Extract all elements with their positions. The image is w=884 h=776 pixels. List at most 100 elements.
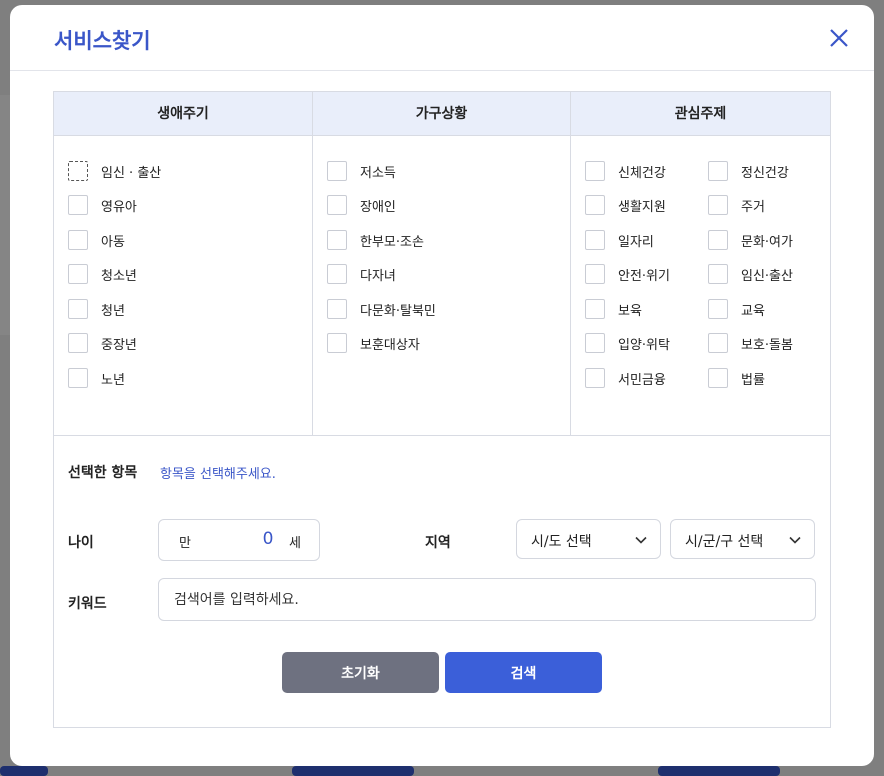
keyword-input[interactable]	[158, 578, 816, 621]
checkbox-label: 보훈대상자	[360, 337, 420, 353]
checkbox-item[interactable]: 문화·여가	[708, 229, 793, 251]
interest-column: 신체건강 생활지원 일자리 안전·위기 보육 입양·위탁 서민금융 정신건강 주…	[571, 136, 830, 435]
checkbox-label: 중장년	[101, 337, 137, 353]
checkbox[interactable]	[708, 368, 728, 388]
checkbox[interactable]	[327, 299, 347, 319]
category-body: 임신 · 출산 영유아 아동 청소년 청년 중장년 노년 저소득 장애인 한부모…	[54, 136, 830, 436]
checkbox-label: 안전·위기	[618, 268, 670, 284]
close-icon[interactable]	[828, 27, 850, 49]
background-detail-button	[292, 766, 414, 776]
age-suffix: 세	[289, 536, 301, 551]
checkbox-label: 보육	[618, 303, 642, 319]
checkbox[interactable]	[68, 264, 88, 284]
checkbox[interactable]	[68, 161, 88, 181]
checkbox-item[interactable]: 입양·위탁	[585, 332, 670, 354]
household-header: 가구상황	[313, 92, 571, 135]
checkbox[interactable]	[708, 161, 728, 181]
age-label: 나이	[68, 535, 94, 551]
checkbox[interactable]	[708, 230, 728, 250]
province-select[interactable]: 시/도 선택	[516, 519, 661, 559]
checkbox-item[interactable]: 중장년	[68, 332, 137, 354]
service-search-modal: 서비스찾기 생애주기 가구상황 관심주제 임신 · 출산 영유아 아동 청소년 …	[10, 5, 874, 766]
checkbox-label: 입양·위탁	[618, 337, 670, 353]
checkbox-item[interactable]: 청년	[68, 298, 125, 320]
checkbox[interactable]	[327, 161, 347, 181]
checkbox-label: 보호·돌봄	[741, 337, 793, 353]
checkbox[interactable]	[708, 195, 728, 215]
checkbox-label: 영유아	[101, 199, 137, 215]
checkbox[interactable]	[327, 333, 347, 353]
checkbox-label: 정신건강	[741, 165, 789, 181]
checkbox-label: 아동	[101, 234, 125, 250]
selected-items-label: 선택한 항목	[68, 465, 138, 481]
checkbox-item[interactable]: 임신 · 출산	[68, 160, 161, 182]
checkbox-item[interactable]: 청소년	[68, 263, 137, 285]
checkbox[interactable]	[68, 299, 88, 319]
checkbox-item[interactable]: 법률	[708, 367, 765, 389]
checkbox-item[interactable]: 다자녀	[327, 263, 396, 285]
checkbox[interactable]	[585, 264, 605, 284]
checkbox-item[interactable]: 노년	[68, 367, 125, 389]
district-select-value: 시/군/구 선택	[685, 534, 764, 550]
checkbox-label: 청소년	[101, 268, 137, 284]
filter-panel: 생애주기 가구상황 관심주제 임신 · 출산 영유아 아동 청소년 청년 중장년…	[53, 91, 831, 728]
checkbox-item[interactable]: 안전·위기	[585, 263, 670, 285]
checkbox[interactable]	[327, 195, 347, 215]
province-select-value: 시/도 선택	[531, 534, 592, 550]
checkbox-item[interactable]: 한부모·조손	[327, 229, 424, 251]
checkbox[interactable]	[585, 333, 605, 353]
checkbox-item[interactable]: 보육	[585, 298, 642, 320]
checkbox[interactable]	[327, 264, 347, 284]
age-prefix: 만	[179, 536, 191, 551]
checkbox-label: 저소득	[360, 165, 396, 181]
checkbox-item[interactable]: 영유아	[68, 194, 137, 216]
checkbox-label: 교육	[741, 303, 765, 319]
keyword-label: 키워드	[68, 596, 107, 612]
checkbox[interactable]	[708, 333, 728, 353]
checkbox-item[interactable]: 주거	[708, 194, 765, 216]
checkbox-item[interactable]: 다문화·탈북민	[327, 298, 436, 320]
checkbox-label: 다자녀	[360, 268, 396, 284]
checkbox[interactable]	[585, 230, 605, 250]
age-input[interactable]: 만 0 세	[158, 519, 320, 561]
checkbox-item[interactable]: 일자리	[585, 229, 654, 251]
checkbox-label: 장애인	[360, 199, 396, 215]
checkbox-label: 생활지원	[618, 199, 666, 215]
checkbox-item[interactable]: 정신건강	[708, 160, 789, 182]
checkbox[interactable]	[68, 230, 88, 250]
checkbox[interactable]	[585, 368, 605, 388]
checkbox-item[interactable]: 신체건강	[585, 160, 666, 182]
checkbox[interactable]	[327, 230, 347, 250]
age-value[interactable]: 0	[255, 529, 281, 549]
checkbox[interactable]	[585, 195, 605, 215]
checkbox-item[interactable]: 장애인	[327, 194, 396, 216]
checkbox-item[interactable]: 아동	[68, 229, 125, 251]
checkbox-item[interactable]: 교육	[708, 298, 765, 320]
checkbox-item[interactable]: 보호·돌봄	[708, 332, 793, 354]
checkbox-item[interactable]: 보훈대상자	[327, 332, 420, 354]
reset-button[interactable]: 초기화	[282, 652, 439, 693]
background-page-panel	[0, 95, 10, 335]
chevron-down-icon	[635, 536, 647, 544]
checkbox[interactable]	[585, 161, 605, 181]
checkbox[interactable]	[68, 368, 88, 388]
checkbox-item[interactable]: 임신·출산	[708, 263, 793, 285]
checkbox-label: 임신 · 출산	[101, 165, 162, 181]
checkbox[interactable]	[585, 299, 605, 319]
checkbox[interactable]	[708, 299, 728, 319]
checkbox-label: 신체건강	[618, 165, 666, 181]
checkbox[interactable]	[68, 333, 88, 353]
checkbox-item[interactable]: 저소득	[327, 160, 396, 182]
checkbox-label: 임신·출산	[741, 268, 793, 284]
checkbox-item[interactable]: 생활지원	[585, 194, 666, 216]
checkbox[interactable]	[68, 195, 88, 215]
checkbox-label: 청년	[101, 303, 125, 319]
background-detail-button	[0, 766, 48, 776]
life-cycle-column: 임신 · 출산 영유아 아동 청소년 청년 중장년 노년	[54, 136, 313, 435]
checkbox-label: 한부모·조손	[360, 234, 424, 250]
checkbox-item[interactable]: 서민금융	[585, 367, 666, 389]
search-button[interactable]: 검색	[445, 652, 602, 693]
checkbox[interactable]	[708, 264, 728, 284]
district-select[interactable]: 시/군/구 선택	[670, 519, 815, 559]
life-cycle-header: 생애주기	[54, 92, 313, 135]
